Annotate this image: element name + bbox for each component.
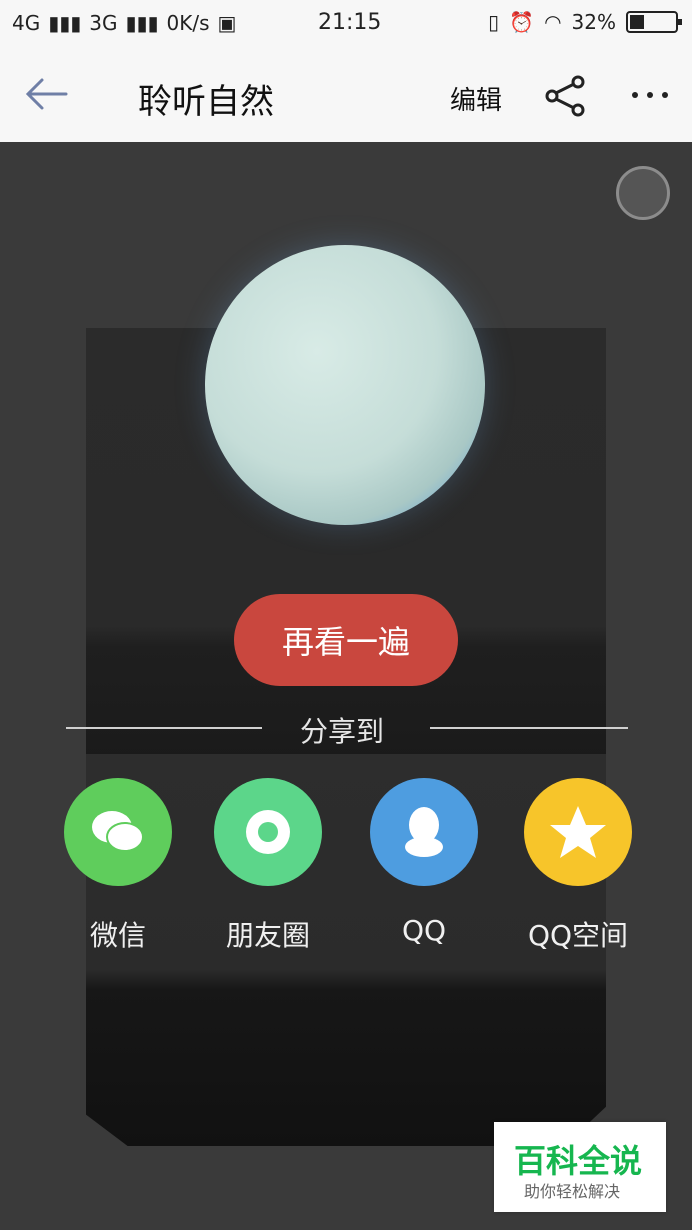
share-qq-label: QQ <box>401 914 447 947</box>
watermark: 百科全说 助你轻松解决 <box>494 1122 666 1212</box>
share-wechat[interactable]: 微信 <box>58 778 178 954</box>
back-arrow-icon[interactable] <box>24 76 68 112</box>
share-to-label: 分享到 <box>300 715 385 748</box>
share-wechat-label: 微信 <box>89 919 146 952</box>
status-time: 21:15 <box>318 10 382 35</box>
music-icon[interactable] <box>616 166 670 220</box>
share-qq[interactable]: QQ <box>364 778 484 947</box>
vibrate-icon: ▯ <box>488 10 500 34</box>
status-right: ▯ ⏰ ◠ 32% <box>488 10 682 34</box>
share-moments-label: 朋友圈 <box>225 919 310 952</box>
network-3g: 3G <box>89 11 118 35</box>
battery-percent: 32% <box>571 10 616 34</box>
painted-moon <box>205 245 485 525</box>
share-icon[interactable] <box>544 74 588 118</box>
status-left: 4G ▮▮▮ 3G ▮▮▮ 0K/s ▣ <box>12 11 236 35</box>
more-icon[interactable] <box>630 90 670 100</box>
alarm-icon: ⏰ <box>509 10 535 34</box>
share-header: 分享到 <box>66 706 628 750</box>
speed-text: 0K/s <box>166 11 210 35</box>
signal-icon: ▮▮▮ <box>48 11 82 35</box>
qq-icon <box>370 778 478 886</box>
share-qzone[interactable]: QQ空间 <box>518 778 638 954</box>
share-moments[interactable]: 朋友圈 <box>208 778 328 954</box>
network-4g: 4G <box>12 11 41 35</box>
divider-right <box>430 727 628 729</box>
battery-fill <box>630 15 644 29</box>
wifi-icon: ◠ <box>544 10 562 34</box>
page-title: 聆听自然 <box>138 82 274 122</box>
watermark-title: 百科全说 <box>514 1142 643 1180</box>
content-area: 再看一遍 分享到 微信 朋友圈 QQ QQ空间 <box>0 142 692 1230</box>
battery-icon <box>626 11 682 33</box>
app-bar: 聆听自然 编辑 <box>0 48 692 143</box>
qzone-icon <box>524 778 632 886</box>
share-options: 微信 朋友圈 QQ QQ空间 <box>58 778 638 958</box>
signal-icon: ▮▮▮ <box>125 11 159 35</box>
status-bar: 4G ▮▮▮ 3G ▮▮▮ 0K/s ▣ 21:15 ▯ ⏰ ◠ 32% <box>0 0 692 48</box>
wechat-icon <box>64 778 172 886</box>
edit-button[interactable]: 编辑 <box>450 80 502 117</box>
divider-left <box>66 727 262 729</box>
s-icon: ▣ <box>217 11 237 35</box>
share-qzone-label: QQ空间 <box>527 919 629 952</box>
replay-button[interactable]: 再看一遍 <box>234 594 458 686</box>
watermark-subtitle: 助你轻松解决 <box>524 1182 621 1201</box>
moments-icon <box>214 778 322 886</box>
